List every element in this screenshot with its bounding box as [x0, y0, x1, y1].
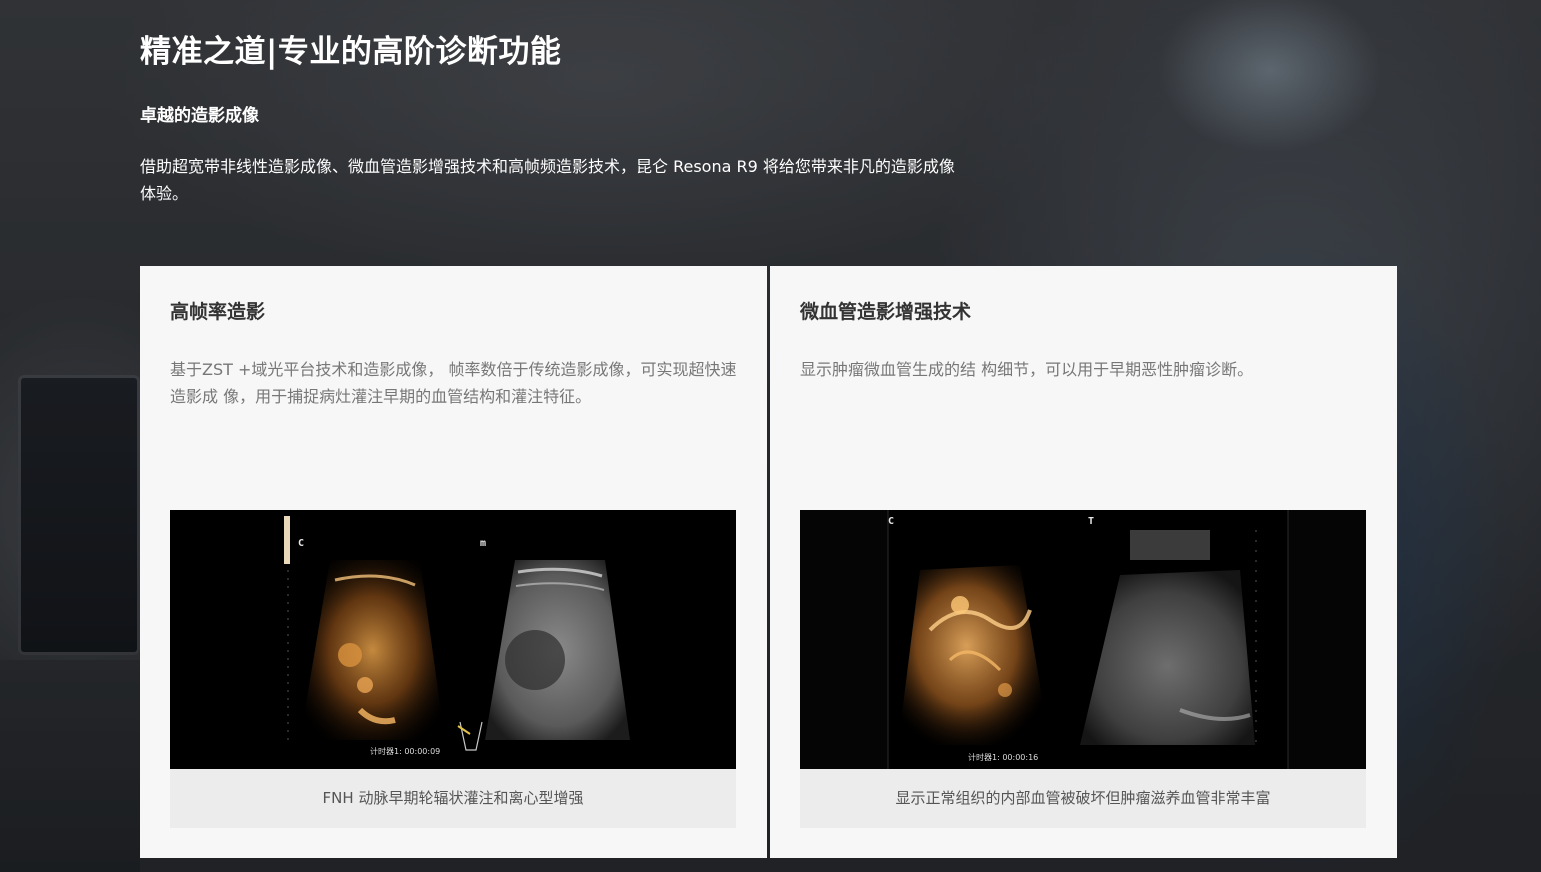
ultrasound-image: C m 计时器1: 00:00:09 — [170, 510, 736, 770]
image-caption: 显示正常组织的内部血管被破坏但肿瘤滋养血管非常丰富 — [800, 769, 1366, 828]
card-description: 基于ZST +域光平台技术和造影成像， 帧率数倍于传统造影成像，可实现超快速造影… — [170, 360, 737, 406]
ultrasound-image-graphic — [170, 510, 736, 770]
card-title: 高帧率造影 — [170, 301, 266, 323]
section-description: 借助超宽带非线性造影成像、微血管造影增强技术和高帧频造影技术，昆仑 Resona… — [140, 157, 955, 203]
section-subtitle: 卓越的造影成像 — [140, 106, 259, 126]
image-channel-label: m — [480, 538, 487, 549]
image-channel-label: C — [888, 516, 895, 527]
ultrasound-image-graphic — [800, 510, 1366, 770]
image-caption: FNH 动脉早期轮辐状灌注和离心型增强 — [170, 769, 736, 828]
card-title: 微血管造影增强技术 — [800, 301, 972, 323]
image-channel-label: C — [298, 538, 305, 549]
image-channel-label: T — [1088, 516, 1095, 527]
feature-card-microvascular: 微血管造影增强技术 显示肿瘤微血管生成的结 构细节，可以用于早期恶性肿瘤诊断。 — [770, 266, 1397, 858]
ultrasound-image: C T 计时器1: 00:00:16 — [800, 510, 1366, 770]
image-timer-readout: 计时器1: 00:00:16 — [968, 753, 1039, 762]
page-title: 精准之道|专业的高阶诊断功能 — [140, 34, 562, 70]
card-description: 显示肿瘤微血管生成的结 构细节，可以用于早期恶性肿瘤诊断。 — [800, 360, 1254, 379]
feature-card-high-frame-rate: 高帧率造影 基于ZST +域光平台技术和造影成像， 帧率数倍于传统造影成像，可实… — [140, 266, 767, 858]
image-timer-readout: 计时器1: 00:00:09 — [370, 747, 441, 756]
